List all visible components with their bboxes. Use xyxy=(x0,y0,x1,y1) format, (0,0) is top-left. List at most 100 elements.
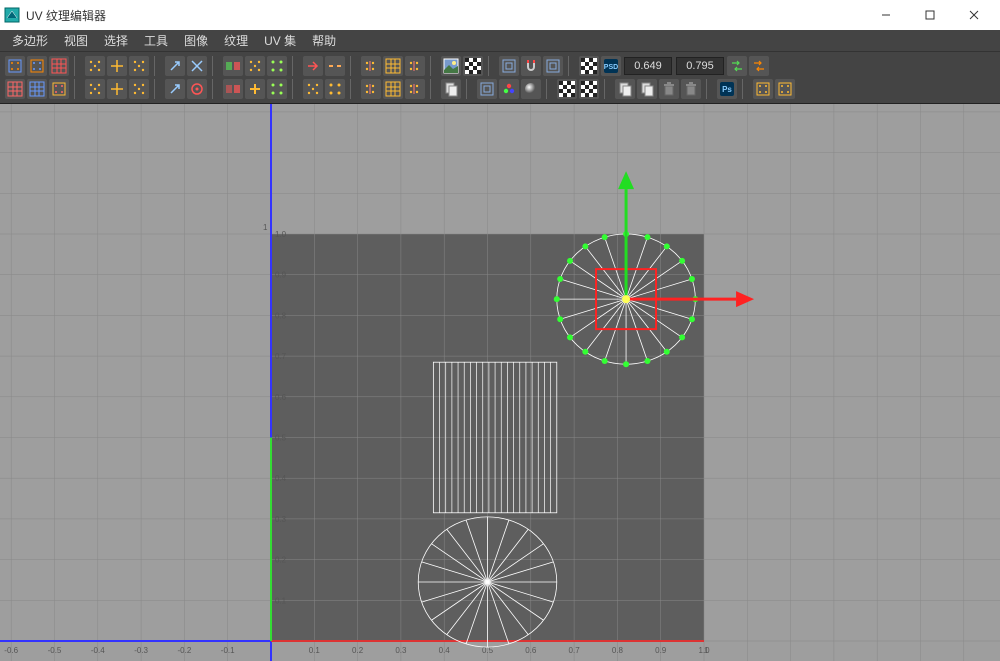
svg-text:0.4: 0.4 xyxy=(439,646,451,655)
layout-a-icon[interactable] xyxy=(361,56,381,76)
pack-b-icon[interactable] xyxy=(383,79,403,99)
sphere-icon[interactable] xyxy=(521,79,541,99)
pack-a-icon[interactable] xyxy=(361,79,381,99)
cut-diag-icon[interactable] xyxy=(165,56,185,76)
svg-text:Ps: Ps xyxy=(722,85,732,94)
dots-f-icon[interactable] xyxy=(303,79,323,99)
svg-text:-0.1: -0.1 xyxy=(221,646,235,655)
layout-c-icon[interactable] xyxy=(405,56,425,76)
svg-text:0.9: 0.9 xyxy=(275,271,287,280)
grid-red-icon[interactable] xyxy=(5,79,25,99)
ps-icon[interactable]: Ps xyxy=(717,79,737,99)
svg-text:0.6: 0.6 xyxy=(275,393,287,402)
toolbar: PSD 0.6490.795 Ps xyxy=(0,52,1000,104)
svg-text:0.7: 0.7 xyxy=(569,646,581,655)
dots-a-icon[interactable] xyxy=(85,79,105,99)
dist-icon[interactable] xyxy=(267,56,287,76)
svg-text:-0.2: -0.2 xyxy=(178,646,192,655)
titlebar: UV 纹理编辑器 xyxy=(0,0,1000,30)
sel-box-icon[interactable] xyxy=(49,79,69,99)
dots-g-icon[interactable] xyxy=(325,79,345,99)
svg-text:0.8: 0.8 xyxy=(612,646,624,655)
svg-text:0.8: 0.8 xyxy=(275,311,287,320)
uv-viewport[interactable]: -0.6 -0.5 -0.4 -0.3 -0.2 -0.1 0.1 0.2 0.3 0.4 0.5 0… xyxy=(0,104,1000,661)
box-y2-icon[interactable] xyxy=(775,79,795,99)
svg-text:-0.6: -0.6 xyxy=(4,646,18,655)
menu-select[interactable]: 选择 xyxy=(96,30,136,52)
svg-text:0.3: 0.3 xyxy=(395,646,407,655)
svg-text:0.9: 0.9 xyxy=(655,646,667,655)
layout-b-icon[interactable] xyxy=(383,56,403,76)
flip-u-icon[interactable] xyxy=(85,56,105,76)
svg-text:1: 1 xyxy=(263,223,268,232)
paste-icon[interactable] xyxy=(637,79,657,99)
checker3-icon[interactable] xyxy=(557,79,577,99)
align-icon[interactable] xyxy=(245,56,265,76)
menu-help[interactable]: 帮助 xyxy=(304,30,344,52)
svg-text:0.2: 0.2 xyxy=(352,646,364,655)
copy2-icon[interactable] xyxy=(615,79,635,99)
refresh-icon[interactable] xyxy=(727,56,747,76)
sel-edge-icon[interactable] xyxy=(27,56,47,76)
petal-icon[interactable] xyxy=(499,79,519,99)
trash2-icon[interactable] xyxy=(681,79,701,99)
app-logo xyxy=(4,7,20,23)
svg-text:0.2: 0.2 xyxy=(275,556,287,565)
frame2-icon[interactable] xyxy=(543,56,563,76)
target-icon[interactable] xyxy=(187,79,207,99)
menu-tool[interactable]: 工具 xyxy=(136,30,176,52)
menu-view[interactable]: 视图 xyxy=(56,30,96,52)
copy-icon[interactable] xyxy=(441,79,461,99)
svg-text:0.1: 0.1 xyxy=(275,596,287,605)
svg-text:0.3: 0.3 xyxy=(275,515,287,524)
menu-texture[interactable]: 纹理 xyxy=(216,30,256,52)
cut-cross-icon[interactable] xyxy=(187,56,207,76)
arrow-r-icon[interactable] xyxy=(303,56,323,76)
angle-icon[interactable] xyxy=(165,79,185,99)
psd-icon[interactable]: PSD xyxy=(601,56,621,76)
checker2-icon[interactable] xyxy=(579,56,599,76)
svg-text:PSD: PSD xyxy=(604,64,618,71)
box-y-icon[interactable] xyxy=(753,79,773,99)
v-field[interactable]: 0.795 xyxy=(676,57,724,75)
menu-image[interactable]: 图像 xyxy=(176,30,216,52)
sel-vertex-icon[interactable] xyxy=(5,56,25,76)
checker-icon[interactable] xyxy=(463,56,483,76)
frame-icon[interactable] xyxy=(499,56,519,76)
svg-text:0.6: 0.6 xyxy=(525,646,537,655)
maximize-button[interactable] xyxy=(908,0,952,30)
window-title: UV 纹理编辑器 xyxy=(26,7,106,24)
u-field[interactable]: 0.649 xyxy=(624,57,672,75)
dots-c-icon[interactable] xyxy=(129,79,149,99)
plus-icon[interactable] xyxy=(245,79,265,99)
pack-c-icon[interactable] xyxy=(405,79,425,99)
image-icon[interactable] xyxy=(441,56,461,76)
svg-text:-0.4: -0.4 xyxy=(91,646,105,655)
svg-text:0.5: 0.5 xyxy=(275,434,287,443)
checker4-icon[interactable] xyxy=(579,79,599,99)
svg-text:0.1: 0.1 xyxy=(309,646,321,655)
menu-polygon[interactable]: 多边形 xyxy=(4,30,56,52)
menubar: 多边形 视图 选择 工具 图像 纹理 UV 集 帮助 xyxy=(0,30,1000,52)
dash-icon[interactable] xyxy=(325,56,345,76)
dots-e-icon[interactable] xyxy=(267,79,287,99)
sel-face-icon[interactable] xyxy=(49,56,69,76)
snap-icon[interactable] xyxy=(223,56,243,76)
grid-blue-icon[interactable] xyxy=(27,79,47,99)
dots-b-icon[interactable] xyxy=(107,79,127,99)
rotate-cw-icon[interactable] xyxy=(129,56,149,76)
frame3-icon[interactable] xyxy=(477,79,497,99)
menu-uvset[interactable]: UV 集 xyxy=(256,30,304,52)
svg-text:-0.5: -0.5 xyxy=(48,646,62,655)
svg-text:1: 1 xyxy=(704,646,709,655)
swap2-icon[interactable] xyxy=(749,56,769,76)
svg-text:0.4: 0.4 xyxy=(275,474,287,483)
trash-icon[interactable] xyxy=(659,79,679,99)
magnet-icon[interactable] xyxy=(521,56,541,76)
svg-text:-0.3: -0.3 xyxy=(134,646,148,655)
close-button[interactable] xyxy=(952,0,996,30)
snap-red-icon[interactable] xyxy=(223,79,243,99)
flip-v-icon[interactable] xyxy=(107,56,127,76)
svg-text:1.0: 1.0 xyxy=(275,230,287,239)
minimize-button[interactable] xyxy=(864,0,908,30)
